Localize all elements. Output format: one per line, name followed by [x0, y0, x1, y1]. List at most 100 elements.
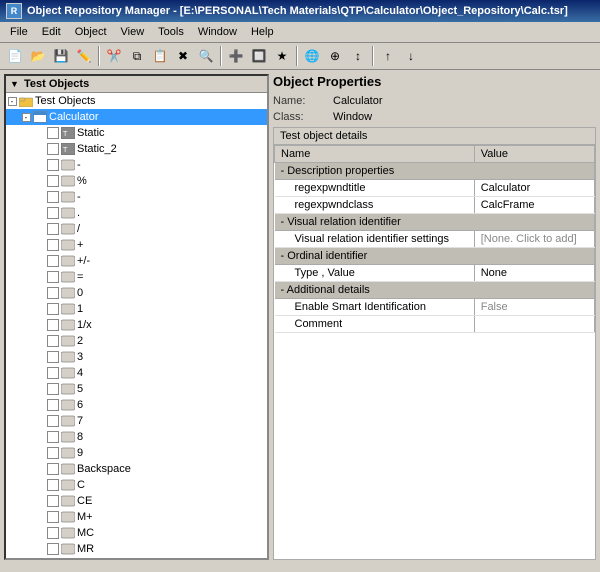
tree-checkbox[interactable] [47, 351, 59, 363]
tree-item-label: Static [77, 127, 105, 139]
tree-item-mr[interactable]: MR [6, 541, 267, 557]
tree-item-two[interactable]: 2 [6, 333, 267, 349]
tree-checkbox[interactable] [47, 431, 59, 443]
tree-item-seven[interactable]: 7 [6, 413, 267, 429]
toolbar-button-12[interactable]: 🔲 [248, 45, 270, 67]
tree-checkbox[interactable] [47, 335, 59, 347]
tree-item-static[interactable]: TStatic [6, 125, 267, 141]
tree-item-static2[interactable]: TStatic_2 [6, 141, 267, 157]
tree-item-slash[interactable]: / [6, 221, 267, 237]
menu-item-window[interactable]: Window [192, 24, 243, 40]
toolbar-button-15[interactable]: 🌐 [301, 45, 323, 67]
tree-checkbox[interactable] [47, 415, 59, 427]
toolbar-button-17[interactable]: ↕ [347, 45, 369, 67]
prop-value[interactable]: Calculator [474, 180, 594, 197]
tree-checkbox[interactable] [47, 559, 59, 560]
tree-checkbox[interactable] [47, 143, 59, 155]
tree-checkbox[interactable] [47, 319, 59, 331]
tree-item-nine[interactable]: 9 [6, 445, 267, 461]
tree-checkbox[interactable] [47, 287, 59, 299]
tree-item-eight[interactable]: 8 [6, 429, 267, 445]
tree-checkbox[interactable] [47, 159, 59, 171]
toolbar-button-9[interactable]: 🔍 [195, 45, 217, 67]
section-label-ordinal[interactable]: - Ordinal identifier [275, 248, 595, 265]
toolbar-button-1[interactable]: 📂 [27, 45, 49, 67]
tree-item-percent[interactable]: % [6, 173, 267, 189]
toolbar-button-6[interactable]: ⧉ [126, 45, 148, 67]
tree-item-plusminus[interactable]: +/- [6, 253, 267, 269]
tree-item-backspace[interactable]: Backspace [6, 461, 267, 477]
tree-item-zero[interactable]: 0 [6, 285, 267, 301]
tree-checkbox[interactable] [47, 399, 59, 411]
tree-checkbox[interactable] [47, 543, 59, 555]
section-label-additional[interactable]: - Additional details [275, 282, 595, 299]
tree-item-one[interactable]: 1 [6, 301, 267, 317]
toolbar-button-0[interactable]: 📄 [4, 45, 26, 67]
tree-checkbox[interactable] [47, 463, 59, 475]
tree-item-ce[interactable]: CE [6, 493, 267, 509]
tree-checkbox[interactable] [47, 239, 59, 251]
toolbar-button-11[interactable]: ➕ [225, 45, 247, 67]
tree-checkbox[interactable] [47, 383, 59, 395]
prop-value[interactable]: False [474, 299, 594, 316]
tree-item-label: MS [77, 559, 94, 560]
prop-value[interactable]: [None. Click to add] [474, 231, 594, 248]
tree-checkbox[interactable] [47, 175, 59, 187]
tree-item-six[interactable]: 6 [6, 397, 267, 413]
tree-checkbox[interactable] [47, 495, 59, 507]
expand-icon[interactable]: - [20, 111, 32, 123]
menu-item-help[interactable]: Help [245, 24, 280, 40]
section-label-visual[interactable]: - Visual relation identifier [275, 214, 595, 231]
tree-checkbox[interactable] [47, 511, 59, 523]
toolbar-button-3[interactable]: ✏️ [73, 45, 95, 67]
toolbar-button-13[interactable]: ★ [271, 45, 293, 67]
menu-item-file[interactable]: File [4, 24, 34, 40]
tree-item-minus2[interactable]: - [6, 157, 267, 173]
section-label-description[interactable]: - Description properties [275, 163, 595, 180]
tree-item-mplus[interactable]: M+ [6, 509, 267, 525]
tree-checkbox[interactable] [47, 255, 59, 267]
tree-item-four[interactable]: 4 [6, 365, 267, 381]
tree-checkbox[interactable] [47, 367, 59, 379]
svg-text:T: T [63, 147, 68, 154]
menu-item-edit[interactable]: Edit [36, 24, 67, 40]
tree-item-label: 6 [77, 399, 83, 411]
tree-checkbox[interactable] [47, 479, 59, 491]
tree-item-equals[interactable]: = [6, 269, 267, 285]
button-icon [61, 334, 75, 348]
tree-item-mc[interactable]: MC [6, 525, 267, 541]
tree-checkbox[interactable] [47, 207, 59, 219]
prop-row: Visual relation identifier settings[None… [275, 231, 595, 248]
prop-value[interactable]: CalcFrame [474, 197, 594, 214]
tree-item-ms[interactable]: MS [6, 557, 267, 560]
tree-item-root[interactable]: -Test Objects [6, 93, 267, 109]
tree-checkbox[interactable] [47, 223, 59, 235]
toolbar-button-2[interactable]: 💾 [50, 45, 72, 67]
tree-checkbox[interactable] [47, 527, 59, 539]
tree-checkbox[interactable] [47, 127, 59, 139]
expand-icon[interactable]: - [6, 95, 18, 107]
menu-item-view[interactable]: View [115, 24, 151, 40]
tree-checkbox[interactable] [47, 447, 59, 459]
tree-item-three[interactable]: 3 [6, 349, 267, 365]
tree-item-onex[interactable]: 1/x [6, 317, 267, 333]
tree-checkbox[interactable] [47, 191, 59, 203]
tree-item-minus[interactable]: - [6, 189, 267, 205]
tree-item-c[interactable]: C [6, 477, 267, 493]
tree-item-calculator[interactable]: -Calculator [6, 109, 267, 125]
tree-checkbox[interactable] [47, 271, 59, 283]
tree-checkbox[interactable] [47, 303, 59, 315]
menu-item-tools[interactable]: Tools [152, 24, 190, 40]
tree-expand-root[interactable]: ▼ [10, 79, 19, 89]
tree-item-five[interactable]: 5 [6, 381, 267, 397]
tree-item-dot[interactable]: . [6, 205, 267, 221]
toolbar-button-8[interactable]: ✖ [172, 45, 194, 67]
toolbar-button-20[interactable]: ↓ [400, 45, 422, 67]
toolbar-button-19[interactable]: ↑ [377, 45, 399, 67]
toolbar-button-7[interactable]: 📋 [149, 45, 171, 67]
toolbar-button-5[interactable]: ✂️ [103, 45, 125, 67]
prop-value[interactable]: None [474, 265, 594, 282]
tree-item-plus[interactable]: + [6, 237, 267, 253]
toolbar-button-16[interactable]: ⊕ [324, 45, 346, 67]
menu-item-object[interactable]: Object [69, 24, 113, 40]
